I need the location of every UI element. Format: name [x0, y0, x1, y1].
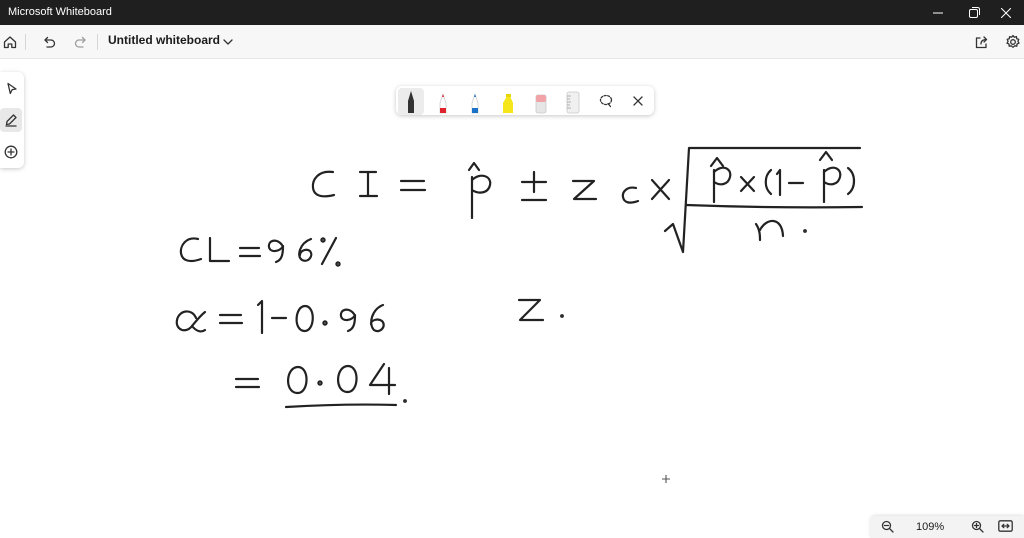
- share-icon: [975, 35, 987, 48]
- zoom-in-button[interactable]: [966, 515, 988, 537]
- whiteboard-canvas[interactable]: [0, 58, 1024, 538]
- home-button[interactable]: [0, 30, 22, 54]
- minimize-button[interactable]: [920, 0, 956, 25]
- title-bar: Microsoft Whiteboard: [0, 0, 1024, 25]
- app-bar: Untitled whiteboard: [0, 25, 1024, 59]
- undo-button[interactable]: [37, 30, 61, 54]
- zoom-out-button[interactable]: [876, 515, 898, 537]
- zoom-in-icon: [971, 520, 984, 533]
- window-title: Microsoft Whiteboard: [8, 6, 112, 18]
- ink-alpha-working: [175, 298, 564, 409]
- fit-to-screen-button[interactable]: [994, 515, 1016, 537]
- restore-button[interactable]: [956, 0, 992, 25]
- undo-icon: [44, 36, 56, 48]
- ink-formula-ci: [311, 146, 864, 254]
- close-window-button[interactable]: [988, 0, 1024, 25]
- divider: [25, 34, 26, 50]
- settings-button[interactable]: [1001, 30, 1024, 54]
- zoom-controls: 109%: [870, 516, 1024, 538]
- share-button[interactable]: [969, 30, 993, 54]
- home-icon: [3, 36, 17, 49]
- zoom-level[interactable]: 109%: [916, 521, 944, 533]
- ink-confidence-level: [179, 236, 341, 267]
- zoom-out-icon: [881, 520, 894, 533]
- chevron-down-icon: [223, 39, 233, 45]
- divider: [97, 34, 98, 50]
- crosshair-cursor: [662, 475, 670, 483]
- fit-to-screen-icon: [997, 520, 1013, 532]
- gear-icon: [1006, 34, 1020, 48]
- redo-button[interactable]: [69, 30, 93, 54]
- board-title[interactable]: Untitled whiteboard: [108, 33, 220, 47]
- board-menu-button[interactable]: [216, 30, 240, 54]
- redo-icon: [74, 36, 86, 48]
